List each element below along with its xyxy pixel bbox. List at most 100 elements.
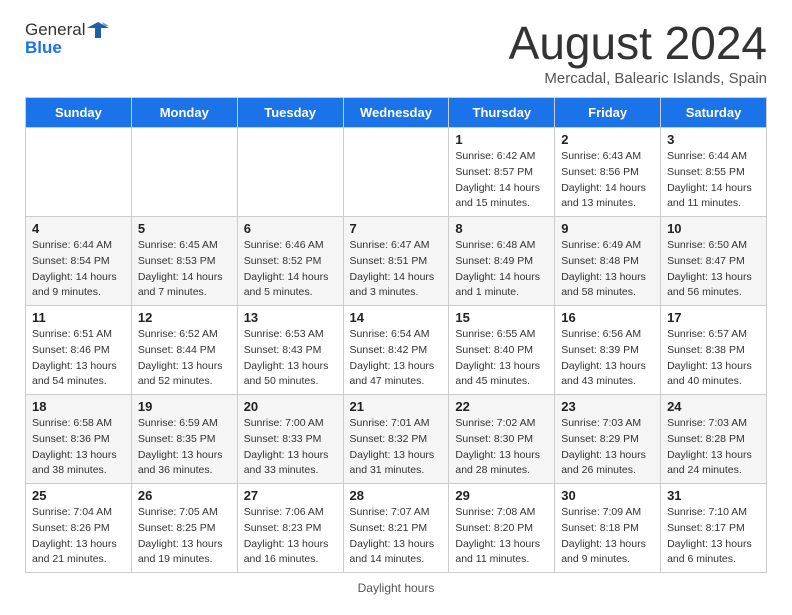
day-info: Sunrise: 6:53 AM Sunset: 8:43 PM Dayligh…: [244, 327, 337, 390]
day-number: 15: [455, 310, 548, 325]
day-info: Sunrise: 7:06 AM Sunset: 8:23 PM Dayligh…: [244, 505, 337, 568]
day-info: Sunrise: 7:03 AM Sunset: 8:28 PM Dayligh…: [667, 416, 760, 479]
calendar-cell: [237, 128, 343, 217]
calendar-cell: 29 Sunrise: 7:08 AM Sunset: 8:20 PM Dayli…: [449, 484, 555, 573]
day-info: Sunrise: 6:59 AM Sunset: 8:35 PM Dayligh…: [138, 416, 231, 479]
day-number: 9: [561, 221, 654, 236]
daylight-label: Daylight hours: [358, 581, 435, 595]
logo-bird-icon: [87, 21, 109, 39]
calendar-cell: 1 Sunrise: 6:42 AM Sunset: 8:57 PM Daylig…: [449, 128, 555, 217]
day-info: Sunrise: 6:56 AM Sunset: 8:39 PM Dayligh…: [561, 327, 654, 390]
logo-text-blue: Blue: [25, 38, 62, 58]
day-info: Sunrise: 6:54 AM Sunset: 8:42 PM Dayligh…: [350, 327, 443, 390]
day-of-week-header: Friday: [555, 98, 661, 128]
day-number: 2: [561, 132, 654, 147]
calendar-cell: 16 Sunrise: 6:56 AM Sunset: 8:39 PM Dayli…: [555, 306, 661, 395]
calendar-cell: 19 Sunrise: 6:59 AM Sunset: 8:35 PM Dayli…: [131, 395, 237, 484]
day-number: 13: [244, 310, 337, 325]
day-of-week-header: Monday: [131, 98, 237, 128]
main-title: August 2024: [509, 20, 767, 66]
calendar-cell: 12 Sunrise: 6:52 AM Sunset: 8:44 PM Dayli…: [131, 306, 237, 395]
day-number: 31: [667, 488, 760, 503]
day-info: Sunrise: 7:09 AM Sunset: 8:18 PM Dayligh…: [561, 505, 654, 568]
calendar-cell: 18 Sunrise: 6:58 AM Sunset: 8:36 PM Dayli…: [26, 395, 132, 484]
day-number: 11: [32, 310, 125, 325]
calendar-body: 1 Sunrise: 6:42 AM Sunset: 8:57 PM Daylig…: [26, 128, 767, 573]
day-number: 27: [244, 488, 337, 503]
page: General Blue August 2024 Mercadal, Balea…: [0, 0, 792, 615]
day-info: Sunrise: 6:55 AM Sunset: 8:40 PM Dayligh…: [455, 327, 548, 390]
calendar-cell: 27 Sunrise: 7:06 AM Sunset: 8:23 PM Dayli…: [237, 484, 343, 573]
day-number: 16: [561, 310, 654, 325]
calendar-cell: 30 Sunrise: 7:09 AM Sunset: 8:18 PM Dayli…: [555, 484, 661, 573]
day-info: Sunrise: 6:44 AM Sunset: 8:54 PM Dayligh…: [32, 238, 125, 301]
day-info: Sunrise: 7:10 AM Sunset: 8:17 PM Dayligh…: [667, 505, 760, 568]
calendar-cell: 23 Sunrise: 7:03 AM Sunset: 8:29 PM Dayli…: [555, 395, 661, 484]
day-of-week-header: Wednesday: [343, 98, 449, 128]
day-info: Sunrise: 6:58 AM Sunset: 8:36 PM Dayligh…: [32, 416, 125, 479]
subtitle: Mercadal, Balearic Islands, Spain: [509, 70, 767, 87]
day-info: Sunrise: 6:52 AM Sunset: 8:44 PM Dayligh…: [138, 327, 231, 390]
day-info: Sunrise: 7:08 AM Sunset: 8:20 PM Dayligh…: [455, 505, 548, 568]
footer: Daylight hours: [25, 581, 767, 595]
day-number: 24: [667, 399, 760, 414]
day-number: 8: [455, 221, 548, 236]
day-info: Sunrise: 6:49 AM Sunset: 8:48 PM Dayligh…: [561, 238, 654, 301]
calendar-cell: 10Sunrise: 6:50 AM Sunset: 8:47 PM Dayli…: [661, 217, 767, 306]
day-number: 23: [561, 399, 654, 414]
day-number: 1: [455, 132, 548, 147]
day-number: 30: [561, 488, 654, 503]
logo-text-general: General: [25, 20, 85, 40]
calendar-cell: 15 Sunrise: 6:55 AM Sunset: 8:40 PM Dayli…: [449, 306, 555, 395]
day-number: 18: [32, 399, 125, 414]
day-number: 21: [350, 399, 443, 414]
day-number: 26: [138, 488, 231, 503]
calendar-cell: 5Sunrise: 6:45 AM Sunset: 8:53 PM Daylig…: [131, 217, 237, 306]
header-row: SundayMondayTuesdayWednesdayThursdayFrid…: [26, 98, 767, 128]
calendar-cell: 4Sunrise: 6:44 AM Sunset: 8:54 PM Daylig…: [26, 217, 132, 306]
day-number: 22: [455, 399, 548, 414]
calendar-cell: [131, 128, 237, 217]
day-number: 28: [350, 488, 443, 503]
day-number: 20: [244, 399, 337, 414]
calendar-week-row: 18 Sunrise: 6:58 AM Sunset: 8:36 PM Dayli…: [26, 395, 767, 484]
day-number: 7: [350, 221, 443, 236]
calendar-cell: [343, 128, 449, 217]
calendar-cell: 6Sunrise: 6:46 AM Sunset: 8:52 PM Daylig…: [237, 217, 343, 306]
calendar-week-row: 11Sunrise: 6:51 AM Sunset: 8:46 PM Dayli…: [26, 306, 767, 395]
calendar-week-row: 1 Sunrise: 6:42 AM Sunset: 8:57 PM Daylig…: [26, 128, 767, 217]
calendar-cell: 28Sunrise: 7:07 AM Sunset: 8:21 PM Dayli…: [343, 484, 449, 573]
day-of-week-header: Thursday: [449, 98, 555, 128]
day-number: 3: [667, 132, 760, 147]
calendar-cell: 24 Sunrise: 7:03 AM Sunset: 8:28 PM Dayli…: [661, 395, 767, 484]
day-info: Sunrise: 6:45 AM Sunset: 8:53 PM Dayligh…: [138, 238, 231, 301]
day-info: Sunrise: 7:01 AM Sunset: 8:32 PM Dayligh…: [350, 416, 443, 479]
calendar-cell: 13 Sunrise: 6:53 AM Sunset: 8:43 PM Dayli…: [237, 306, 343, 395]
day-of-week-header: Sunday: [26, 98, 132, 128]
calendar-header: SundayMondayTuesdayWednesdayThursdayFrid…: [26, 98, 767, 128]
calendar-cell: 3Sunrise: 6:44 AM Sunset: 8:55 PM Daylig…: [661, 128, 767, 217]
day-number: 17: [667, 310, 760, 325]
calendar-cell: 22Sunrise: 7:02 AM Sunset: 8:30 PM Dayli…: [449, 395, 555, 484]
calendar-cell: 26Sunrise: 7:05 AM Sunset: 8:25 PM Dayli…: [131, 484, 237, 573]
day-number: 10: [667, 221, 760, 236]
calendar-cell: 8 Sunrise: 6:48 AM Sunset: 8:49 PM Daylig…: [449, 217, 555, 306]
day-number: 19: [138, 399, 231, 414]
calendar-cell: 7Sunrise: 6:47 AM Sunset: 8:51 PM Daylig…: [343, 217, 449, 306]
day-info: Sunrise: 6:42 AM Sunset: 8:57 PM Dayligh…: [455, 149, 548, 212]
day-number: 14: [350, 310, 443, 325]
day-of-week-header: Tuesday: [237, 98, 343, 128]
day-info: Sunrise: 6:43 AM Sunset: 8:56 PM Dayligh…: [561, 149, 654, 212]
logo: General Blue: [25, 20, 109, 58]
calendar-week-row: 25Sunrise: 7:04 AM Sunset: 8:26 PM Dayli…: [26, 484, 767, 573]
calendar-cell: 14 Sunrise: 6:54 AM Sunset: 8:42 PM Dayli…: [343, 306, 449, 395]
day-info: Sunrise: 7:03 AM Sunset: 8:29 PM Dayligh…: [561, 416, 654, 479]
day-info: Sunrise: 6:46 AM Sunset: 8:52 PM Dayligh…: [244, 238, 337, 301]
calendar-cell: 25Sunrise: 7:04 AM Sunset: 8:26 PM Dayli…: [26, 484, 132, 573]
day-info: Sunrise: 6:48 AM Sunset: 8:49 PM Dayligh…: [455, 238, 548, 301]
day-number: 29: [455, 488, 548, 503]
day-number: 25: [32, 488, 125, 503]
calendar-week-row: 4Sunrise: 6:44 AM Sunset: 8:54 PM Daylig…: [26, 217, 767, 306]
day-number: 12: [138, 310, 231, 325]
calendar-cell: 9 Sunrise: 6:49 AM Sunset: 8:48 PM Daylig…: [555, 217, 661, 306]
